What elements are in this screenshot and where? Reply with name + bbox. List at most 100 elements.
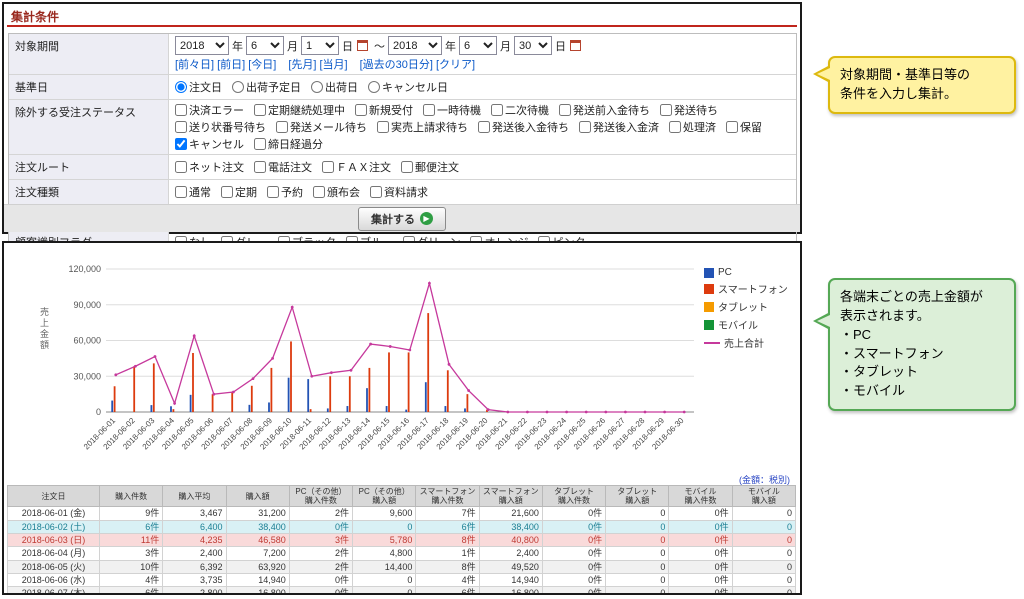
callout-line: ・PC bbox=[840, 326, 1004, 345]
quick-link[interactable]: [前日] bbox=[217, 59, 245, 71]
checkbox-option[interactable]: 郵便注文 bbox=[401, 159, 459, 175]
checkbox-input[interactable] bbox=[254, 161, 266, 173]
checkbox-input[interactable] bbox=[175, 121, 187, 133]
checkbox-option[interactable]: 一時待機 bbox=[423, 102, 481, 118]
table-cell: 0件 bbox=[542, 560, 605, 573]
checkbox-option[interactable]: 発送後入金待ち bbox=[478, 119, 569, 135]
checkbox-input[interactable] bbox=[370, 186, 382, 198]
button-bar: 集計する ▶ bbox=[4, 204, 800, 232]
table-cell: 2018-06-01 (金) bbox=[8, 507, 100, 520]
form-row-order-kind: 注文種類 通常定期予約頒布会資料請求 bbox=[9, 180, 796, 205]
checkbox-option[interactable]: 発送前入金待ち bbox=[559, 102, 650, 118]
checkbox-option[interactable]: 定期継続処理中 bbox=[254, 102, 345, 118]
checkbox-input[interactable] bbox=[267, 186, 279, 198]
checkbox-input[interactable] bbox=[669, 121, 681, 133]
checkbox-option[interactable]: 新規受付 bbox=[355, 102, 413, 118]
calendar-icon[interactable] bbox=[357, 40, 368, 51]
checkbox-input[interactable] bbox=[175, 138, 187, 150]
checkbox-input[interactable] bbox=[491, 104, 503, 116]
checkbox-option[interactable]: 二次待機 bbox=[491, 102, 549, 118]
checkbox-option[interactable]: キャンセル bbox=[175, 136, 244, 152]
quick-link[interactable]: [過去の30日分] bbox=[360, 59, 433, 71]
checkbox-option[interactable]: 送り状番号待ち bbox=[175, 119, 266, 135]
line-point bbox=[369, 343, 372, 346]
checkbox-input[interactable] bbox=[313, 186, 325, 198]
table-cell: 7件 bbox=[416, 507, 479, 520]
radio-option[interactable]: 注文日 bbox=[175, 79, 222, 95]
checkbox-option[interactable]: 発送待ち bbox=[660, 102, 718, 118]
bar-スマートフォン bbox=[447, 370, 449, 412]
checkbox-option[interactable]: 電話注文 bbox=[254, 159, 312, 175]
checkbox-input[interactable] bbox=[355, 104, 367, 116]
bar-PC bbox=[288, 378, 290, 412]
checkbox-option[interactable]: 保留 bbox=[726, 119, 762, 135]
table-cell: 2件 bbox=[289, 507, 352, 520]
bar-PC bbox=[268, 402, 270, 412]
start-year-select[interactable]: 2018 bbox=[175, 36, 229, 55]
start-day-select[interactable]: 1 bbox=[301, 36, 339, 55]
radio-input[interactable] bbox=[368, 81, 380, 93]
quick-link[interactable]: [前々日] bbox=[175, 59, 214, 71]
checkbox-option[interactable]: 頒布会 bbox=[313, 184, 360, 200]
year-unit: 年 bbox=[232, 38, 243, 54]
checkbox-option[interactable]: 定期 bbox=[221, 184, 257, 200]
radio-option[interactable]: キャンセル日 bbox=[368, 79, 448, 95]
checkbox-input[interactable] bbox=[660, 104, 672, 116]
radio-input[interactable] bbox=[311, 81, 323, 93]
callout-line: 条件を入力し集計。 bbox=[840, 85, 1004, 104]
table-cell: 14,940 bbox=[226, 574, 289, 587]
checkbox-option[interactable]: ネット注文 bbox=[175, 159, 244, 175]
radio-option[interactable]: 出荷予定日 bbox=[232, 79, 301, 95]
checkbox-input[interactable] bbox=[175, 161, 187, 173]
table-cell: 8件 bbox=[416, 534, 479, 547]
radio-input[interactable] bbox=[232, 81, 244, 93]
checkbox-option[interactable]: 処理済 bbox=[669, 119, 716, 135]
quick-link[interactable]: [当月] bbox=[320, 59, 348, 71]
checkbox-input[interactable] bbox=[322, 161, 334, 173]
option-label: 発送メール待ち bbox=[290, 119, 367, 135]
checkbox-input[interactable] bbox=[478, 121, 490, 133]
table-cell: 0件 bbox=[542, 534, 605, 547]
checkbox-input[interactable] bbox=[175, 104, 187, 116]
radio-option[interactable]: 出荷日 bbox=[311, 79, 358, 95]
checkbox-option[interactable]: 発送後入金済 bbox=[579, 119, 659, 135]
table-cell: 0 bbox=[606, 534, 669, 547]
aggregate-button[interactable]: 集計する ▶ bbox=[358, 207, 446, 231]
checkbox-option[interactable]: 発送メール待ち bbox=[276, 119, 367, 135]
table-cell: 3,735 bbox=[163, 574, 226, 587]
checkbox-option[interactable]: 通常 bbox=[175, 184, 211, 200]
start-month-select[interactable]: 6 bbox=[246, 36, 284, 55]
checkbox-input[interactable] bbox=[254, 138, 266, 150]
checkbox-option[interactable]: 締日経過分 bbox=[254, 136, 323, 152]
table-cell: 0 bbox=[732, 520, 795, 533]
checkbox-option[interactable]: 実売上請求待ち bbox=[377, 119, 468, 135]
checkbox-option[interactable]: 決済エラー bbox=[175, 102, 244, 118]
radio-input[interactable] bbox=[175, 81, 187, 93]
end-day-select[interactable]: 30 bbox=[514, 36, 552, 55]
form-row-base-date: 基準日 注文日出荷予定日出荷日キャンセル日 bbox=[9, 75, 796, 100]
quick-link[interactable]: [先月] bbox=[288, 59, 316, 71]
table-cell: 0 bbox=[606, 574, 669, 587]
checkbox-option[interactable]: ＦＡＸ注文 bbox=[322, 159, 391, 175]
form-row-exclude-status: 除外する受注ステータス 決済エラー定期継続処理中新規受付一時待機二次待機発送前入… bbox=[9, 100, 796, 155]
checkbox-input[interactable] bbox=[423, 104, 435, 116]
day-unit: 日 bbox=[342, 38, 353, 54]
checkbox-input[interactable] bbox=[559, 104, 571, 116]
checkbox-input[interactable] bbox=[579, 121, 591, 133]
checkbox-option[interactable]: 資料請求 bbox=[370, 184, 428, 200]
checkbox-input[interactable] bbox=[175, 186, 187, 198]
checkbox-input[interactable] bbox=[401, 161, 413, 173]
quick-link[interactable]: [今日] bbox=[248, 59, 276, 71]
checkbox-input[interactable] bbox=[254, 104, 266, 116]
checkbox-option[interactable]: 予約 bbox=[267, 184, 303, 200]
checkbox-input[interactable] bbox=[276, 121, 288, 133]
end-month-select[interactable]: 6 bbox=[459, 36, 497, 55]
quick-link[interactable]: [クリア] bbox=[436, 59, 475, 71]
checkbox-input[interactable] bbox=[377, 121, 389, 133]
checkbox-input[interactable] bbox=[726, 121, 738, 133]
table-cell: 4件 bbox=[100, 574, 163, 587]
checkbox-input[interactable] bbox=[221, 186, 233, 198]
line-point bbox=[604, 411, 607, 414]
end-year-select[interactable]: 2018 bbox=[388, 36, 442, 55]
calendar-icon-2[interactable] bbox=[570, 40, 581, 51]
